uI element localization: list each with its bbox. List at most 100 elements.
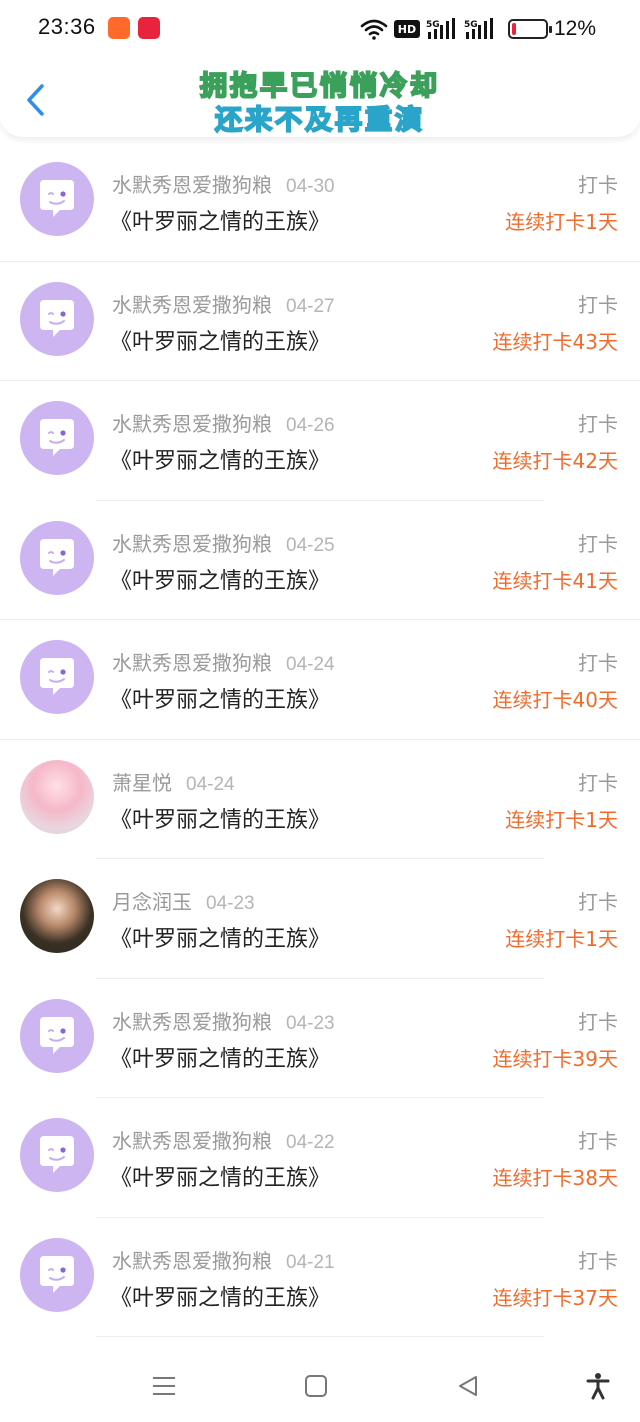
- streak-label: 连续打卡1天: [505, 210, 618, 234]
- list-item[interactable]: 水默秀恩爱撒狗粮 04-26 《叶罗丽之情的王族》 打卡 连续打卡42天: [0, 381, 640, 501]
- streak-label: 连续打卡1天: [505, 927, 618, 951]
- chat-bubble-icon: [40, 538, 74, 576]
- default-chat-avatar[interactable]: [20, 1237, 94, 1312]
- system-nav-bar: [0, 1346, 640, 1422]
- shopping-app-notification-icon: [138, 17, 160, 39]
- user-name[interactable]: 水默秀恩爱撒狗粮: [112, 1249, 272, 1273]
- default-chat-avatar[interactable]: [20, 281, 94, 356]
- checkin-date: 04-25: [286, 534, 335, 556]
- streak-label: 连续打卡1天: [505, 807, 618, 832]
- default-chat-avatar[interactable]: [20, 520, 94, 595]
- action-label: 打卡: [578, 531, 618, 556]
- streak-label: 连续打卡39天: [492, 1046, 618, 1071]
- book-title[interactable]: 《叶罗丽之情的王族》: [110, 1280, 330, 1312]
- signal-5g-icon-2: 5G: [464, 18, 493, 39]
- list-item[interactable]: 萧星悦 04-24 《叶罗丽之情的王族》 打卡 连续打卡1天: [0, 740, 640, 859]
- default-chat-avatar[interactable]: [20, 401, 94, 475]
- user-name[interactable]: 水默秀恩爱撒狗粮: [112, 173, 272, 197]
- book-title[interactable]: 《叶罗丽之情的王族》: [110, 682, 330, 714]
- action-label: 打卡: [578, 173, 618, 197]
- system-back-button[interactable]: [450, 1368, 486, 1404]
- wifi-icon: [360, 19, 388, 40]
- checkin-date: 04-24: [186, 773, 235, 795]
- list-item[interactable]: 水默秀恩爱撒狗粮 04-30 《叶罗丽之情的王族》 打卡 连续打卡1天: [0, 142, 640, 262]
- page-title-line-2: 还来不及再重演: [214, 104, 425, 137]
- user-name[interactable]: 水默秀恩爱撒狗粮: [112, 1129, 272, 1153]
- chat-bubble-icon: [40, 1016, 74, 1054]
- app-notification-icon: [108, 17, 130, 39]
- list-item[interactable]: 水默秀恩爱撒狗粮 04-24 《叶罗丽之情的王族》 打卡 连续打卡40天: [0, 620, 640, 740]
- user-line: 月念润玉 04-23: [112, 886, 255, 915]
- list-item[interactable]: 水默秀恩爱撒狗粮 04-21 《叶罗丽之情的王族》 打卡 连续打卡37天: [0, 1218, 640, 1337]
- status-time: 23:36: [38, 14, 96, 39]
- checkin-date: 04-23: [286, 1012, 335, 1034]
- recent-apps-button[interactable]: [146, 1368, 182, 1404]
- user-name[interactable]: 水默秀恩爱撒狗粮: [112, 293, 272, 317]
- list-item[interactable]: 水默秀恩爱撒狗粮 04-27 《叶罗丽之情的王族》 打卡 连续打卡43天: [0, 262, 640, 381]
- action-label: 打卡: [578, 412, 618, 436]
- battery-percent: 12%: [553, 17, 596, 40]
- user-name[interactable]: 水默秀恩爱撒狗粮: [112, 1010, 272, 1034]
- book-title[interactable]: 《叶罗丽之情的王族》: [110, 921, 330, 953]
- chat-bubble-icon: [40, 658, 74, 695]
- chat-bubble-icon: [40, 299, 74, 337]
- row-divider: [96, 1336, 544, 1337]
- streak-label: 连续打卡37天: [492, 1285, 618, 1310]
- user-name[interactable]: 水默秀恩爱撒狗粮: [112, 412, 272, 436]
- user-line: 水默秀恩爱撒狗粮 04-23: [112, 1006, 335, 1035]
- chat-bubble-icon: [40, 1136, 74, 1173]
- streak-label: 连续打卡41天: [492, 568, 618, 593]
- user-photo-avatar[interactable]: [20, 759, 94, 834]
- user-name[interactable]: 月念润玉: [112, 890, 192, 914]
- action-label: 打卡: [578, 890, 618, 914]
- action-label: 打卡: [578, 1009, 618, 1034]
- book-title[interactable]: 《叶罗丽之情的王族》: [110, 1041, 330, 1073]
- user-line: 水默秀恩爱撒狗粮 04-25: [112, 528, 335, 557]
- battery-icon: [507, 19, 552, 39]
- signal-5g-icon: 5G: [426, 18, 455, 39]
- home-button[interactable]: [298, 1368, 334, 1404]
- user-line: 水默秀恩爱撒狗粮 04-30: [112, 169, 335, 198]
- list-item[interactable]: 水默秀恩爱撒狗粮 04-22 《叶罗丽之情的王族》 打卡 连续打卡38天: [0, 1098, 640, 1218]
- user-name[interactable]: 水默秀恩爱撒狗粮: [112, 532, 272, 556]
- network-type-label-2: 5G: [464, 20, 478, 30]
- book-title[interactable]: 《叶罗丽之情的王族》: [110, 563, 330, 595]
- user-line: 水默秀恩爱撒狗粮 04-21: [112, 1245, 335, 1274]
- status-indicators: HD 5G 5G 12%: [360, 16, 596, 42]
- accessibility-icon: [586, 1373, 610, 1400]
- menu-icon: [153, 1377, 175, 1395]
- user-line: 水默秀恩爱撒狗粮 04-26: [112, 408, 335, 437]
- book-title[interactable]: 《叶罗丽之情的王族》: [110, 204, 330, 236]
- user-line: 萧星悦 04-24: [112, 767, 235, 796]
- user-line: 水默秀恩爱撒狗粮 04-27: [112, 289, 335, 318]
- user-name[interactable]: 萧星悦: [112, 771, 172, 795]
- checkin-date: 04-21: [286, 1251, 335, 1273]
- action-label: 打卡: [578, 1248, 618, 1273]
- streak-label: 连续打卡42天: [492, 449, 618, 473]
- user-name[interactable]: 水默秀恩爱撒狗粮: [112, 651, 272, 675]
- list-item[interactable]: 水默秀恩爱撒狗粮 04-23 《叶罗丽之情的王族》 打卡 连续打卡39天: [0, 979, 640, 1098]
- checkin-date: 04-23: [206, 893, 255, 914]
- book-title[interactable]: 《叶罗丽之情的王族》: [110, 1160, 330, 1192]
- checkin-date: 04-27: [286, 295, 335, 317]
- streak-label: 连续打卡40天: [492, 688, 618, 712]
- default-chat-avatar[interactable]: [20, 640, 94, 714]
- user-photo-avatar[interactable]: [20, 879, 94, 953]
- book-title[interactable]: 《叶罗丽之情的王族》: [110, 443, 330, 475]
- streak-label: 连续打卡43天: [492, 329, 618, 354]
- checkin-date: 04-24: [286, 654, 335, 675]
- default-chat-avatar[interactable]: [20, 998, 94, 1073]
- list-item[interactable]: 月念润玉 04-23 《叶罗丽之情的王族》 打卡 连续打卡1天: [0, 859, 640, 979]
- accessibility-button[interactable]: [580, 1368, 616, 1404]
- home-square-icon: [305, 1375, 327, 1397]
- book-title[interactable]: 《叶罗丽之情的王族》: [110, 802, 330, 834]
- checkin-date: 04-30: [286, 176, 335, 197]
- user-line: 水默秀恩爱撒狗粮 04-22: [112, 1125, 335, 1154]
- book-title[interactable]: 《叶罗丽之情的王族》: [110, 324, 330, 356]
- chat-bubble-icon: [40, 1255, 74, 1293]
- action-label: 打卡: [578, 292, 618, 317]
- default-chat-avatar[interactable]: [20, 1118, 94, 1192]
- list-item[interactable]: 水默秀恩爱撒狗粮 04-25 《叶罗丽之情的王族》 打卡 连续打卡41天: [0, 501, 640, 620]
- action-label: 打卡: [578, 770, 618, 795]
- default-chat-avatar[interactable]: [20, 162, 94, 236]
